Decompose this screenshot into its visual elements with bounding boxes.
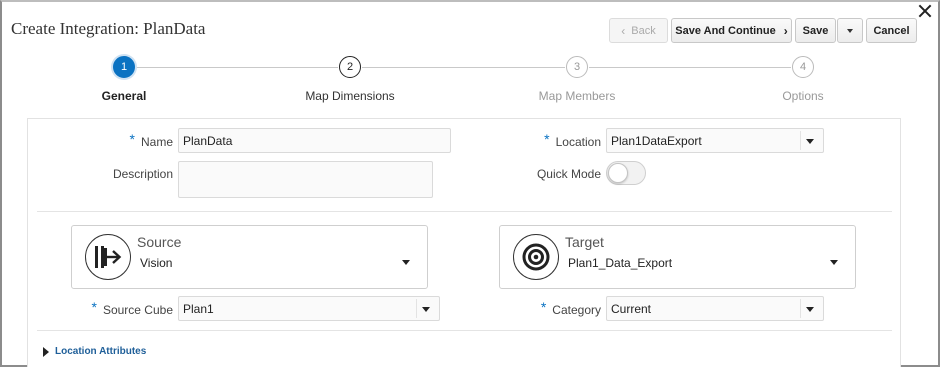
description-label: Description — [112, 167, 173, 181]
page-title: Create Integration: PlanData — [11, 19, 206, 38]
location-value: Plan1DataExport — [611, 134, 702, 148]
category-label: * Category — [540, 299, 601, 317]
step-4-label[interactable]: Options — [782, 89, 823, 103]
step-3-label[interactable]: Map Members — [539, 89, 616, 103]
target-title: Target — [565, 234, 604, 250]
chevron-down-icon — [402, 260, 410, 265]
toggle-knob — [608, 163, 628, 183]
back-button[interactable]: ‹ Back — [609, 18, 668, 43]
step-connector — [136, 67, 338, 68]
chevron-down-icon — [806, 307, 814, 312]
target-value: Plan1_Data_Export — [568, 256, 673, 270]
name-label: * Name — [129, 131, 173, 149]
required-indicator: * — [91, 299, 97, 315]
chevron-left-icon: ‹ — [621, 23, 626, 38]
location-attributes-toggle[interactable]: Location Attributes — [43, 346, 146, 357]
source-arrow-icon — [85, 234, 131, 280]
cancel-button[interactable]: Cancel — [866, 18, 917, 43]
location-attributes-label: Location Attributes — [55, 346, 147, 357]
section-divider — [37, 330, 892, 331]
source-cube-select[interactable]: Plan1 — [178, 296, 440, 321]
source-title: Source — [137, 234, 182, 250]
step-2-indicator[interactable]: 2 — [339, 56, 361, 78]
chevron-down-icon — [830, 260, 838, 265]
step-1-indicator[interactable]: 1 — [113, 56, 135, 78]
close-icon[interactable] — [917, 3, 933, 19]
target-icon — [513, 234, 559, 280]
save-options-dropdown-button[interactable] — [837, 18, 863, 43]
name-field[interactable]: PlanData — [178, 128, 451, 153]
select-separator — [416, 299, 417, 318]
step-3-indicator[interactable]: 3 — [566, 56, 588, 78]
section-divider — [37, 211, 892, 212]
step-2-label[interactable]: Map Dimensions — [305, 89, 394, 103]
source-value: Vision — [140, 256, 173, 270]
step-1-label[interactable]: General — [102, 89, 147, 103]
chevron-right-icon: › — [783, 23, 788, 38]
description-field[interactable] — [178, 161, 433, 198]
expand-triangle-icon — [43, 346, 49, 357]
source-cube-value: Plan1 — [183, 302, 214, 316]
source-cube-label: * Source Cube — [91, 299, 174, 317]
step-4-indicator[interactable]: 4 — [792, 56, 814, 78]
source-card[interactable]: Source Vision — [71, 225, 428, 289]
step-connector — [589, 67, 791, 68]
quick-mode-toggle[interactable] — [606, 161, 646, 185]
chevron-down-icon — [847, 28, 853, 33]
save-and-continue-label: Save And Continue — [675, 24, 776, 37]
location-label: * Location — [544, 131, 601, 149]
location-select[interactable]: Plan1DataExport — [606, 128, 824, 153]
save-and-continue-button[interactable]: Save And Continue › — [671, 18, 792, 43]
save-button[interactable]: Save — [795, 18, 836, 43]
select-separator — [800, 299, 801, 318]
quick-mode-label: Quick Mode — [536, 167, 601, 181]
required-indicator: * — [540, 299, 547, 315]
target-card[interactable]: Target Plan1_Data_Export — [499, 225, 856, 289]
chevron-down-icon — [422, 307, 430, 312]
back-label: Back — [631, 24, 656, 37]
category-value: Current — [611, 302, 652, 316]
category-select[interactable]: Current — [606, 296, 824, 321]
required-indicator: * — [129, 131, 135, 147]
required-indicator: * — [544, 131, 550, 147]
chevron-down-icon — [806, 139, 814, 144]
step-connector — [362, 67, 565, 68]
select-separator — [800, 131, 801, 150]
